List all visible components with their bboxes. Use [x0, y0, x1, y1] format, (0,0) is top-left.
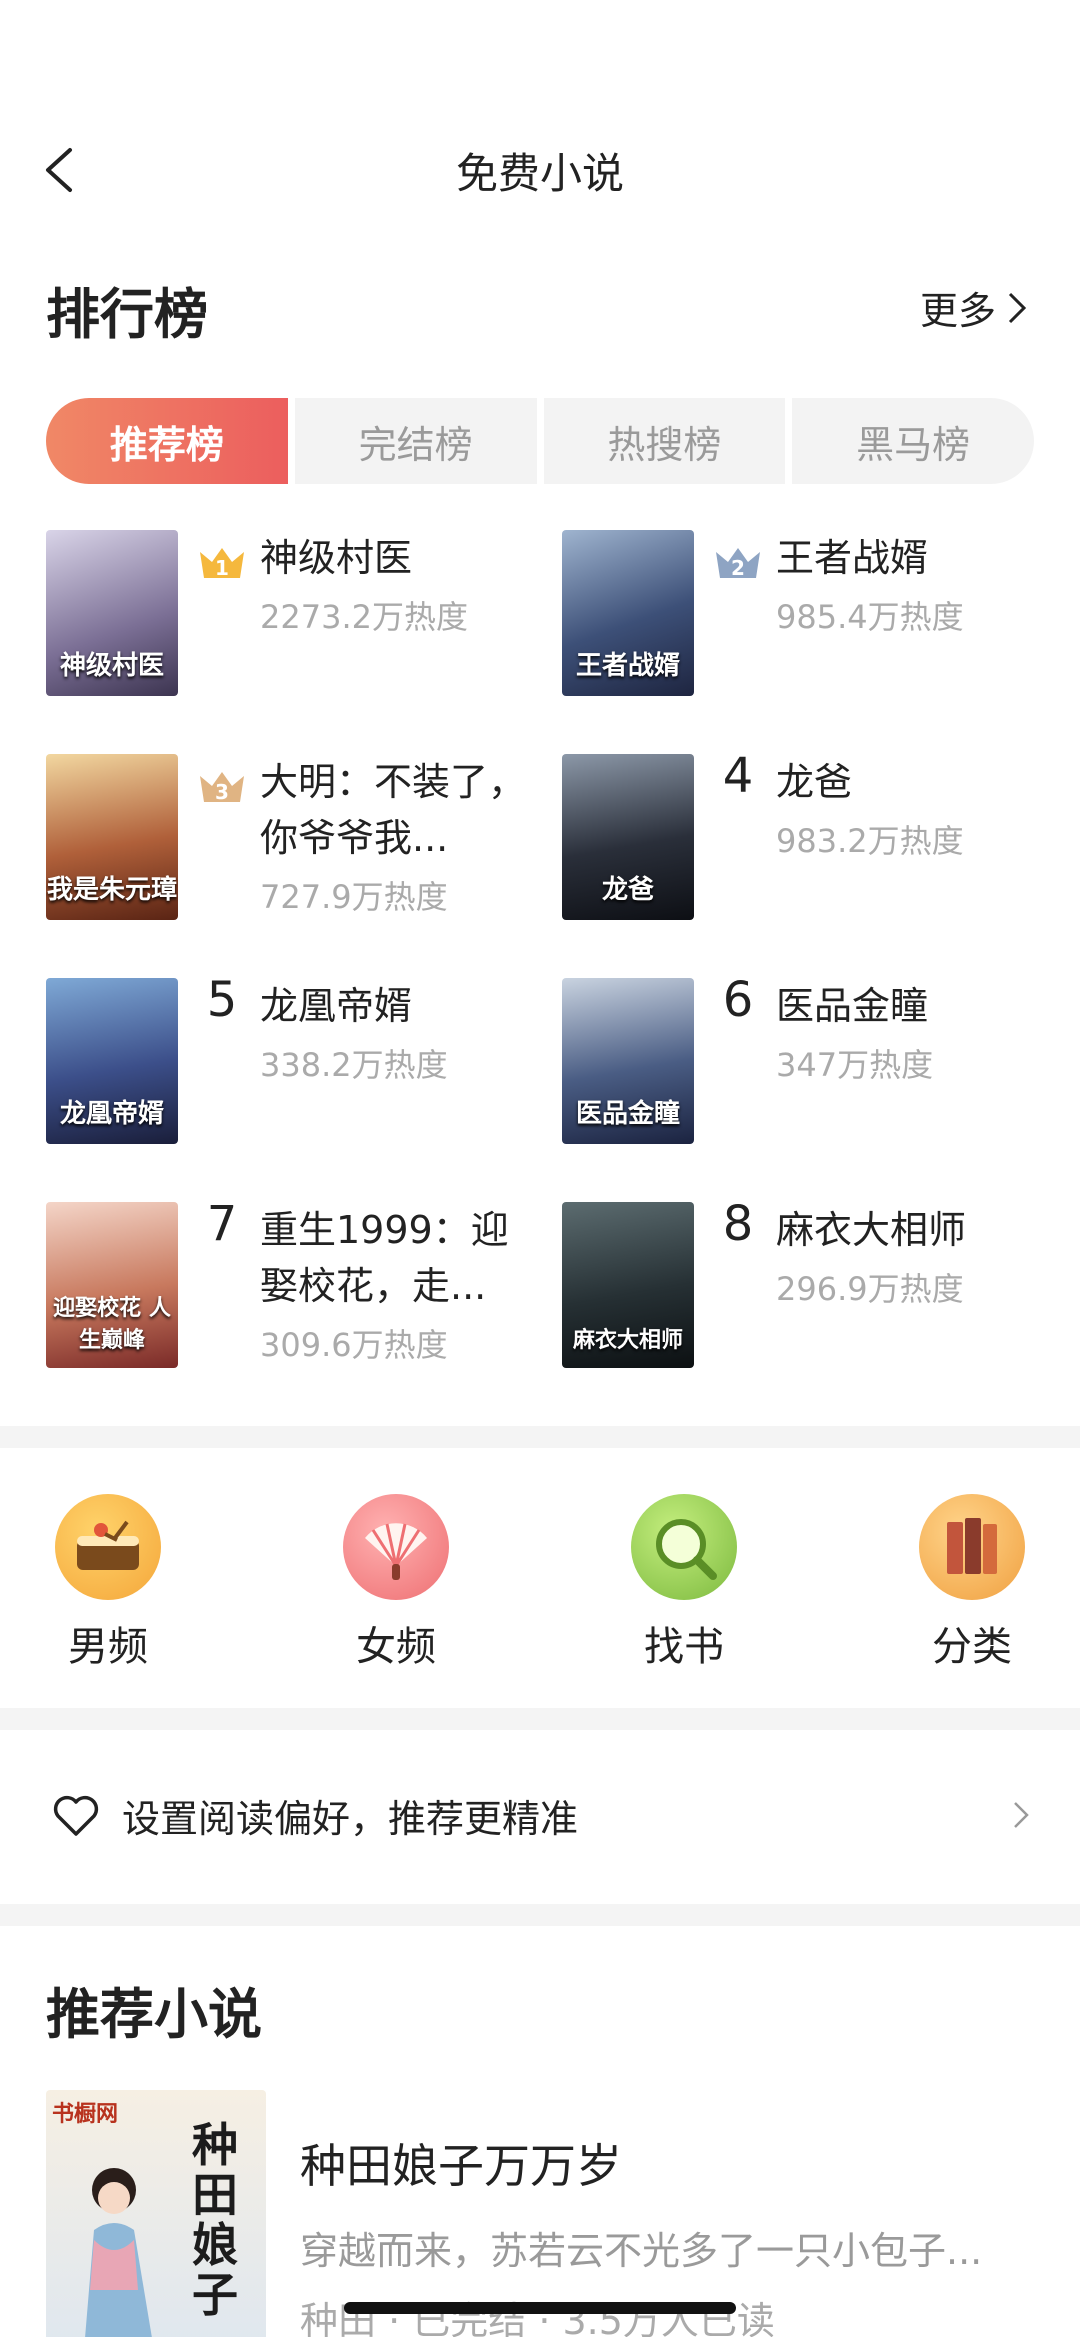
rank-item[interactable]: 麻衣大相师 8 麻衣大相师 296.9万热度	[562, 1196, 1042, 1372]
cover-illustration	[85, 2168, 152, 2337]
cover-brand: 书橱网	[52, 2102, 119, 2127]
tab-dark-horse[interactable]: 黑马榜	[792, 398, 1034, 484]
cover-title: 种田娘子	[192, 2118, 238, 2322]
medal-rank: 2	[731, 556, 745, 580]
cover-title: 迎娶校花 人生巅峰	[53, 1296, 171, 1353]
medal-rank: 1	[215, 556, 229, 580]
rank-number: 6	[722, 972, 754, 1028]
cover-title: 王者战婿	[575, 651, 680, 681]
book-cover[interactable]: 书橱网 种田娘子	[46, 2090, 266, 2337]
rank-item[interactable]: 龙爸 4 龙爸 983.2万热度	[562, 748, 1042, 924]
drum-icon	[55, 1494, 161, 1600]
book-heat: 985.4万热度	[776, 598, 964, 636]
book-name: 王者战婿	[776, 536, 929, 580]
more-link[interactable]: 更多	[920, 280, 1028, 335]
category-label: 分类	[932, 1624, 1012, 1670]
ranking-title: 排行榜	[46, 283, 208, 346]
category-label: 女频	[356, 1624, 436, 1670]
category-find-book[interactable]: 找书	[614, 1494, 754, 1672]
book-cover: 龙凰帝婿	[46, 978, 178, 1144]
rank-item[interactable]: 神级村医 1 神级村医 2273.2万热度	[46, 530, 526, 700]
fan-icon	[343, 1494, 449, 1600]
category-shortcuts: 男频 女频 找书 分类	[0, 1480, 1080, 1670]
silver-medal-icon: 2	[716, 548, 760, 580]
book-cover: 龙爸	[562, 754, 694, 920]
book-cover: 神级村医	[46, 530, 178, 696]
preference-text: 设置阅读偏好，推荐更精准	[122, 1797, 579, 1841]
book-name[interactable]: 种田娘子万万岁	[300, 2130, 622, 2196]
recommend-title: 推荐小说	[46, 1983, 262, 2046]
magnifier-icon	[631, 1494, 737, 1600]
more-label: 更多	[919, 289, 996, 333]
book-name: 医品金瞳	[776, 984, 929, 1028]
book-name: 龙爸	[776, 760, 853, 804]
heart-icon	[53, 1795, 99, 1836]
rank-number: 5	[206, 972, 238, 1028]
rank-item[interactable]: 我是朱元璋 3 大明：不装了，你爷爷我... 727.9万热度	[46, 754, 526, 924]
book-description: 穿越而来，苏若云不光多了一只小包子...	[300, 2229, 983, 2273]
reading-preference-row[interactable]: 设置阅读偏好，推荐更精准	[0, 1754, 1080, 1874]
book-heat: 296.9万热度	[776, 1270, 964, 1308]
section-divider	[0, 1904, 1080, 1926]
category-female[interactable]: 女频	[326, 1494, 466, 1672]
books-icon	[919, 1494, 1025, 1600]
page-title: 免费小说	[455, 149, 624, 198]
category-male[interactable]: 男频	[38, 1494, 178, 1672]
tab-completed[interactable]: 完结榜	[294, 398, 537, 484]
bronze-medal-icon: 3	[200, 772, 244, 804]
book-name: 重生1999：迎娶校花，走...	[260, 1208, 509, 1308]
tab-recommend[interactable]: 推荐榜	[46, 398, 288, 484]
top-bar: 免费小说	[0, 110, 1080, 230]
tab-hot-search[interactable]: 热搜榜	[543, 398, 786, 484]
book-heat: 338.2万热度	[260, 1046, 448, 1084]
home-indicator[interactable]	[344, 2302, 736, 2314]
rank-item[interactable]: 医品金瞳 6 医品金瞳 347万热度	[562, 972, 1042, 1148]
ranking-tabs: 推荐榜 完结榜 热搜榜 黑马榜	[46, 398, 1034, 484]
book-heat: 347万热度	[776, 1046, 934, 1084]
chevron-right-icon	[1008, 292, 1027, 323]
cover-title: 麻衣大相师	[572, 1328, 683, 1353]
page: { "header": {"title": "免费小说"}, "ranking"…	[0, 0, 1080, 2337]
book-name: 神级村医	[260, 536, 413, 580]
book-cover: 王者战婿	[562, 530, 694, 696]
book-heat: 983.2万热度	[776, 822, 964, 860]
cover-title: 龙凰帝婿	[59, 1099, 164, 1129]
book-cover: 麻衣大相师	[562, 1202, 694, 1368]
book-cover: 医品金瞳	[562, 978, 694, 1144]
category-label: 找书	[644, 1624, 724, 1670]
book-name: 麻衣大相师	[776, 1208, 967, 1252]
book-cover: 我是朱元璋	[46, 754, 178, 920]
cover-title: 医品金瞳	[575, 1099, 680, 1129]
category-classify[interactable]: 分类	[902, 1494, 1042, 1672]
chevron-right-icon	[1014, 1802, 1029, 1828]
rank-item[interactable]: 王者战婿 2 王者战婿 985.4万热度	[562, 530, 1042, 700]
book-heat: 309.6万热度	[260, 1326, 448, 1364]
book-cover: 迎娶校花 人生巅峰	[46, 1202, 178, 1368]
gold-medal-icon: 1	[200, 548, 244, 580]
rank-number: 4	[722, 748, 754, 804]
rank-number: 8	[722, 1196, 754, 1252]
rank-item[interactable]: 龙凰帝婿 5 龙凰帝婿 338.2万热度	[46, 972, 526, 1148]
book-name: 龙凰帝婿	[260, 984, 413, 1028]
category-label: 男频	[68, 1624, 148, 1670]
rank-number: 7	[206, 1196, 238, 1252]
section-divider	[0, 1426, 1080, 1448]
cover-title: 龙爸	[601, 875, 654, 905]
rank-item[interactable]: 迎娶校花 人生巅峰 7 重生1999：迎娶校花，走... 309.6万热度	[46, 1196, 526, 1372]
book-heat: 2273.2万热度	[260, 598, 468, 636]
cover-title: 我是朱元璋	[46, 875, 177, 905]
section-divider	[0, 1708, 1080, 1730]
book-heat: 727.9万热度	[260, 878, 448, 916]
cover-title: 神级村医	[59, 651, 164, 681]
book-name: 大明：不装了，你爷爷我...	[260, 760, 527, 860]
medal-rank: 3	[215, 780, 229, 804]
